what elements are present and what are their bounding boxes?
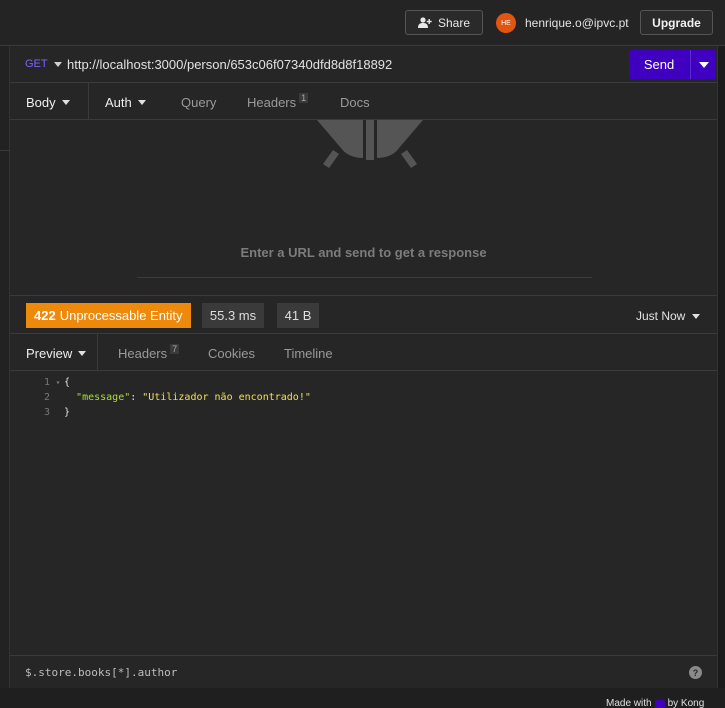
- question-icon[interactable]: ?: [689, 666, 702, 679]
- caret-down-icon: [53, 61, 62, 67]
- response-filter-bar: $.store.books[*].author ?: [10, 655, 717, 688]
- caret-down-icon: [692, 313, 701, 319]
- status-text: Unprocessable Entity: [59, 308, 183, 323]
- tab-cookies[interactable]: Cookies: [208, 346, 255, 361]
- tab-label: Cookies: [208, 346, 255, 361]
- tab-label: Timeline: [284, 346, 333, 361]
- fold-arrow-icon[interactable]: ▾: [52, 378, 64, 387]
- response-empty-state: Enter a URL and send to get a response: [10, 120, 717, 295]
- code-text: {: [64, 377, 71, 388]
- made-with-label: Made with: [606, 698, 652, 708]
- tab-label: Body: [26, 95, 56, 110]
- tab-label: Headers: [247, 95, 297, 110]
- timestamp-label: Just Now: [636, 309, 686, 323]
- tab-label: Auth: [105, 95, 132, 110]
- tab-docs[interactable]: Docs: [340, 95, 370, 110]
- filter-input[interactable]: $.store.books[*].author: [25, 666, 177, 679]
- caret-down-icon: [137, 100, 146, 105]
- tab-label: Preview: [26, 346, 73, 361]
- url-bar: GET http://localhost:3000/person/653c06f…: [10, 46, 717, 83]
- tab-auth[interactable]: Auth: [105, 95, 146, 110]
- json-value: "Utilizador não encontrado!": [142, 392, 311, 403]
- caret-down-icon: [698, 61, 709, 68]
- tab-preview[interactable]: Preview: [26, 346, 87, 361]
- response-time: 55.3 ms: [202, 303, 264, 328]
- code-line: 1 ▾ {: [10, 375, 70, 390]
- line-number: 3: [43, 407, 50, 418]
- request-tabs: Body Auth Query Headers 1 Docs: [10, 83, 717, 120]
- response-preview[interactable]: 1 ▾ { 2 "message": "Utilizador não encon…: [10, 371, 717, 655]
- right-panel-edge: [717, 46, 725, 688]
- method-selector[interactable]: GET: [25, 58, 62, 70]
- add-user-icon: [417, 17, 432, 28]
- top-bar: Share HE henrique.o@ipvc.pt Upgrade: [0, 0, 725, 46]
- response-status-bar: 422 Unprocessable Entity 55.3 ms 41 B Ju…: [10, 295, 717, 334]
- heart-icon: [654, 699, 665, 708]
- url-input[interactable]: http://localhost:3000/person/653c06f0734…: [67, 57, 392, 72]
- response-size: 41 B: [277, 303, 319, 328]
- response-tabs: Preview Headers 7 Cookies Timeline: [10, 334, 717, 371]
- status-code: 422: [34, 308, 56, 323]
- made-with-kong[interactable]: Made with by Kong: [606, 698, 704, 708]
- caret-down-icon: [61, 100, 70, 105]
- tab-label: Query: [181, 95, 217, 110]
- headers-count-badge: 1: [299, 92, 309, 103]
- send-button[interactable]: Send: [629, 50, 689, 79]
- line-number: 2: [43, 392, 50, 403]
- footer: Made with by Kong: [0, 688, 725, 708]
- share-button[interactable]: Share: [405, 10, 483, 35]
- tab-headers[interactable]: Headers 1: [247, 92, 309, 110]
- tab-body[interactable]: Body: [26, 95, 70, 110]
- tab-query[interactable]: Query: [181, 95, 216, 110]
- code-line: 2 "message": "Utilizador não encontrado!…: [10, 390, 311, 405]
- tab-response-headers[interactable]: Headers 7: [118, 343, 180, 361]
- method-label: GET: [25, 58, 48, 70]
- bug-icon: [317, 120, 423, 168]
- send-options-button[interactable]: [690, 50, 716, 79]
- avatar[interactable]: HE: [496, 13, 516, 33]
- by-kong-label: by Kong: [667, 698, 705, 708]
- caret-down-icon: [78, 351, 87, 356]
- code-line: 3 }: [10, 405, 70, 420]
- status-badge: 422 Unprocessable Entity: [26, 303, 191, 328]
- headers-count-badge: 7: [170, 343, 180, 354]
- empty-state-message: Enter a URL and send to get a response: [240, 245, 487, 260]
- left-panel-edge: [0, 46, 10, 688]
- tab-label: Headers: [118, 346, 168, 361]
- history-dropdown[interactable]: Just Now: [636, 309, 701, 323]
- line-number: 1: [43, 377, 50, 388]
- upgrade-button[interactable]: Upgrade: [640, 10, 713, 35]
- user-email[interactable]: henrique.o@ipvc.pt: [525, 16, 629, 30]
- tab-label: Docs: [340, 95, 370, 110]
- json-separator: :: [130, 392, 143, 403]
- code-text: }: [64, 407, 71, 418]
- share-label: Share: [437, 15, 471, 30]
- tab-timeline[interactable]: Timeline: [284, 346, 333, 361]
- json-key: "message": [76, 392, 131, 403]
